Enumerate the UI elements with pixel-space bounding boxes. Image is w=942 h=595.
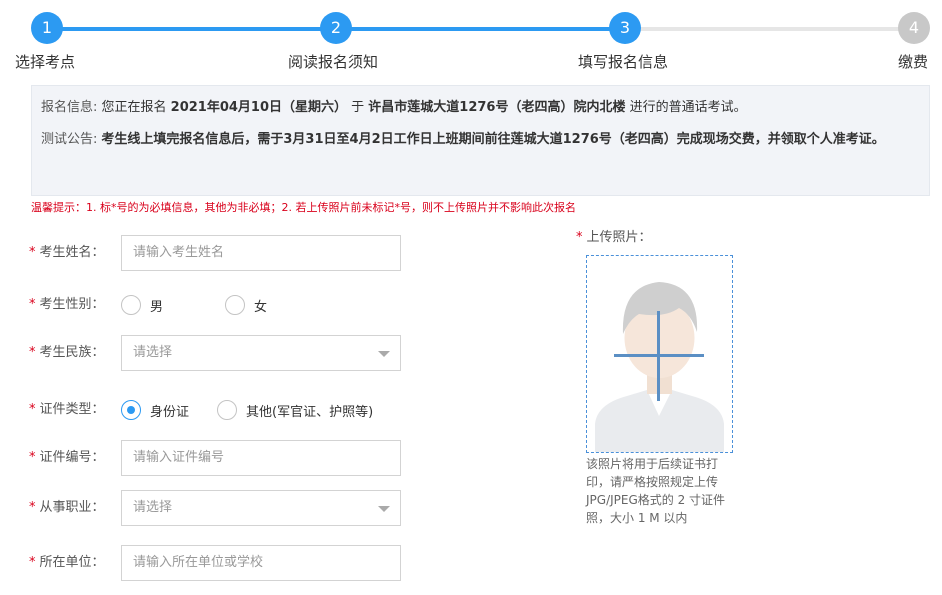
- chevron-down-icon: [378, 351, 390, 357]
- ethnicity-select-text: 请选择: [133, 345, 173, 360]
- id-number-label-text: 证件编号：: [39, 450, 105, 465]
- warm-tip: 温馨提示：1. 标*号的为必填信息，其他为非必填；2. 若上传照片前未标记*号，…: [31, 201, 576, 214]
- radio-male[interactable]: [121, 295, 141, 315]
- required-mark: *: [29, 402, 36, 417]
- required-mark: *: [29, 500, 36, 515]
- registration-info-pre: 您正在报名: [97, 100, 171, 115]
- id-number-input[interactable]: 请输入证件编号: [121, 440, 401, 476]
- stepper-line-pending: [625, 27, 914, 31]
- required-mark: *: [29, 345, 36, 360]
- registration-info-mid: 于: [347, 100, 369, 115]
- name-input[interactable]: 请输入考生姓名: [121, 235, 401, 271]
- step-2-label: 阅读报名须知: [288, 53, 379, 71]
- photo-upload-area[interactable]: [586, 255, 733, 453]
- step-1-circle: 1: [31, 12, 63, 44]
- radio-female[interactable]: [225, 295, 246, 315]
- step-4-label: 缴费: [898, 53, 929, 71]
- id-type-label-text: 证件类型：: [39, 402, 105, 417]
- step-1-label: 选择考点: [15, 53, 76, 71]
- step-3-circle: 3: [609, 12, 641, 44]
- plus-icon: [614, 311, 704, 401]
- radio-male-label: 男: [150, 299, 164, 315]
- radio-other-label: 其他(军官证、护照等): [246, 404, 374, 420]
- radio-idcard-label: 身份证: [150, 404, 190, 420]
- required-mark: *: [29, 450, 36, 465]
- ethnicity-label: * 考生民族：: [29, 335, 109, 371]
- id-number-label: * 证件编号：: [29, 440, 109, 476]
- gender-option-male[interactable]: 男: [121, 295, 163, 315]
- occupation-select[interactable]: 请选择: [121, 490, 401, 526]
- occupation-label-text: 从事职业：: [39, 500, 105, 515]
- ethnicity-label-text: 考生民族：: [39, 345, 105, 360]
- step-4-circle: 4: [898, 12, 930, 44]
- workplace-label-text: 所在单位：: [39, 555, 105, 570]
- announcement-text: 考生线上填完报名信息后，需于3月31日至4月2日工作日上班期间前往莲城大道127…: [101, 132, 885, 147]
- registration-info-key: 报名信息:: [41, 100, 98, 115]
- id-type-radio-group: 身份证 其他(军官证、护照等): [121, 392, 401, 428]
- step-2-circle: 2: [320, 12, 352, 44]
- notice-panel: 报名信息: 您正在报名 2021年04月10日（星期六） 于 许昌市莲城大道12…: [31, 85, 930, 196]
- required-mark: *: [29, 245, 36, 260]
- occupation-label: * 从事职业：: [29, 490, 109, 526]
- radio-idcard[interactable]: [121, 400, 141, 420]
- ethnicity-select[interactable]: 请选择: [121, 335, 401, 371]
- chevron-down-icon: [378, 506, 390, 512]
- photo-upload-label: * 上传照片：: [576, 226, 652, 245]
- id-type-option-other[interactable]: 其他(军官证、护照等): [217, 400, 373, 420]
- radio-female-label: 女: [254, 299, 268, 315]
- workplace-label: * 所在单位：: [29, 545, 109, 581]
- radio-other[interactable]: [217, 400, 238, 420]
- announcement-key: 测试公告:: [41, 132, 98, 147]
- gender-option-female[interactable]: 女: [225, 295, 267, 315]
- registration-info: 报名信息: 您正在报名 2021年04月10日（星期六） 于 许昌市莲城大道12…: [41, 96, 747, 120]
- required-mark: *: [576, 230, 583, 245]
- test-announcement: 测试公告: 考生线上填完报名信息后，需于3月31日至4月2日工作日上班期间前往莲…: [41, 128, 921, 152]
- registration-info-post: 进行的普通话考试。: [625, 100, 747, 115]
- workplace-input[interactable]: 请输入所在单位或学校: [121, 545, 401, 581]
- exam-location: 许昌市莲城大道1276号（老四高）院内北楼: [368, 100, 626, 115]
- step-3-label: 填写报名信息: [578, 53, 669, 71]
- id-type-option-idcard[interactable]: 身份证: [121, 400, 189, 420]
- required-mark: *: [29, 297, 36, 312]
- gender-label-text: 考生性别：: [39, 297, 105, 312]
- name-label-text: 考生姓名：: [39, 245, 105, 260]
- required-mark: *: [29, 555, 36, 570]
- exam-date: 2021年04月10日（星期六）: [170, 100, 348, 115]
- id-type-label: * 证件类型：: [29, 392, 109, 428]
- photo-upload-label-text: 上传照片：: [586, 230, 652, 245]
- occupation-select-text: 请选择: [133, 500, 173, 515]
- gender-label: * 考生性别：: [29, 287, 109, 323]
- name-label: * 考生姓名：: [29, 235, 109, 271]
- gender-radio-group: 男 女: [121, 287, 295, 323]
- progress-stepper: 1 2 3 4 选择考点 阅读报名须知 填写报名信息 缴费: [0, 0, 942, 80]
- photo-upload-hint: 该照片将用于后续证书打印，请严格按照规定上传JPG/JPEG格式的 2 寸证件照…: [586, 457, 726, 525]
